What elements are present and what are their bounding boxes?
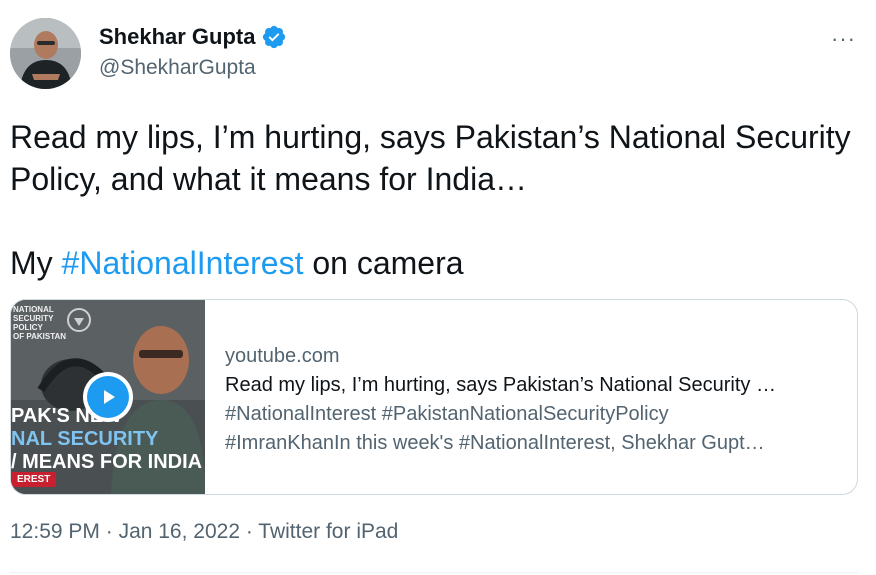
card-domain: youtube.com <box>225 345 340 367</box>
play-icon <box>87 376 129 418</box>
tweet-line-2-prefix: My <box>10 245 62 281</box>
tweet-line-1: Read my lips, I’m hurting, says Pakistan… <box>10 119 851 197</box>
avatar-image <box>10 18 81 89</box>
tweet-line-2-suffix: on camera <box>303 245 464 281</box>
meta-separator: · <box>99 520 119 543</box>
play-button[interactable] <box>83 372 133 422</box>
card-description-2: #ImranKhanIn this week's #NationalIntere… <box>225 432 765 454</box>
tweet-source[interactable]: Twitter for iPad <box>258 520 398 543</box>
tweet-line-2: My #NationalInterest on camera <box>10 242 860 284</box>
verified-badge-icon <box>261 24 287 50</box>
tweet-date[interactable]: Jan 16, 2022 <box>119 520 240 543</box>
hashtag-link[interactable]: #NationalInterest <box>62 245 304 281</box>
thumbnail-headline-2: NAL SECURITY <box>11 428 159 450</box>
card-body[interactable]: youtube.com Read my lips, I’m hurting, s… <box>205 300 857 494</box>
author-name[interactable]: Shekhar Gupta <box>99 24 255 50</box>
tweet-text: Read my lips, I’m hurting, says Pakistan… <box>10 116 860 284</box>
video-thumbnail[interactable]: NATIONAL SECURITY POLICY OF PAKISTAN PAK… <box>11 300 205 494</box>
meta-separator: · <box>240 520 259 543</box>
thumbnail-headline-3: / MEANS FOR INDIA <box>11 451 203 473</box>
thumbnail-tag: EREST <box>11 472 57 487</box>
card-description-1: #NationalInterest #PakistanNationalSecur… <box>225 403 669 425</box>
author-handle[interactable]: @ShekharGupta <box>99 56 256 80</box>
more-options-icon[interactable]: ··· <box>831 26 856 52</box>
card-title: Read my lips, I’m hurting, says Pakistan… <box>225 374 776 396</box>
thumbnail-caption: NATIONAL SECURITY POLICY OF PAKISTAN <box>13 305 67 341</box>
link-preview-card[interactable]: NATIONAL SECURITY POLICY OF PAKISTAN PAK… <box>10 299 858 495</box>
tweet-time[interactable]: 12:59 PM <box>10 520 100 543</box>
divider <box>10 572 858 573</box>
author-avatar[interactable] <box>10 18 81 89</box>
tweet-meta: 12:59 PM · Jan 16, 2022 · Twitter for iP… <box>10 520 398 544</box>
author-name-row[interactable]: Shekhar Gupta <box>99 24 287 50</box>
